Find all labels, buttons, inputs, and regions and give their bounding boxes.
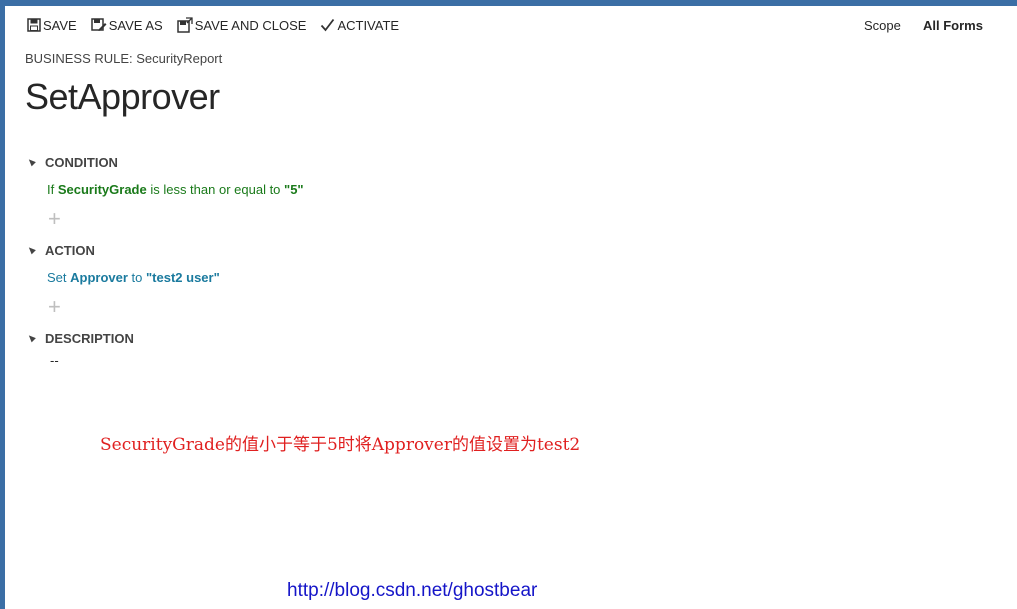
- activate-button[interactable]: ACTIVATE: [320, 18, 399, 33]
- save-and-close-button[interactable]: SAVE AND CLOSE: [176, 17, 307, 33]
- save-and-close-icon: [176, 17, 193, 33]
- action-field: Approver: [70, 270, 128, 285]
- save-icon: [27, 18, 41, 32]
- scope-selector[interactable]: All Forms: [923, 18, 983, 33]
- save-and-close-label: SAVE AND CLOSE: [194, 17, 307, 33]
- condition-rule[interactable]: If SecurityGrade is less than or equal t…: [47, 182, 304, 197]
- collapse-triangle-icon: [26, 333, 36, 343]
- checkmark-icon: [321, 18, 335, 32]
- add-condition-button[interactable]: +: [48, 208, 61, 230]
- page-title: SetApprover: [25, 76, 220, 117]
- action-operator: to: [127, 270, 146, 285]
- action-value: "test2 user": [146, 270, 220, 285]
- collapse-triangle-icon: [26, 157, 36, 167]
- condition-section-toggle[interactable]: CONDITION: [26, 155, 118, 170]
- description-header: DESCRIPTION: [45, 331, 134, 346]
- command-bar: SAVE SAVE AS SAVE AND CLOSE ACTIVATE: [27, 17, 413, 33]
- save-button[interactable]: SAVE: [27, 18, 77, 33]
- condition-field: SecurityGrade: [57, 182, 147, 197]
- watermark-url: http://blog.csdn.net/ghostbear: [287, 580, 538, 601]
- scope-label: Scope: [864, 18, 901, 33]
- action-header: ACTION: [45, 243, 95, 258]
- annotation-text: SecurityGrade的值小于等于5时将Approver的值设置为test2: [100, 435, 581, 455]
- save-as-icon: [90, 18, 107, 31]
- activate-label: ACTIVATE: [337, 17, 400, 33]
- save-as-button[interactable]: SAVE AS: [90, 17, 163, 33]
- add-action-button[interactable]: +: [48, 296, 61, 318]
- action-section-toggle[interactable]: ACTION: [26, 243, 95, 258]
- save-as-label: SAVE AS: [108, 17, 163, 33]
- action-rule[interactable]: Set Approver to "test2 user": [47, 270, 220, 285]
- condition-header: CONDITION: [45, 155, 118, 170]
- condition-operator: is less than or equal to: [146, 182, 285, 197]
- description-value[interactable]: --: [50, 353, 59, 368]
- action-prefix: Set: [47, 270, 71, 285]
- breadcrumb: BUSINESS RULE: SecurityReport: [25, 51, 223, 66]
- description-section-toggle[interactable]: DESCRIPTION: [26, 331, 134, 346]
- condition-value: "5": [284, 182, 304, 197]
- condition-prefix: If: [47, 182, 58, 197]
- collapse-triangle-icon: [26, 245, 36, 255]
- save-label: SAVE: [43, 17, 77, 33]
